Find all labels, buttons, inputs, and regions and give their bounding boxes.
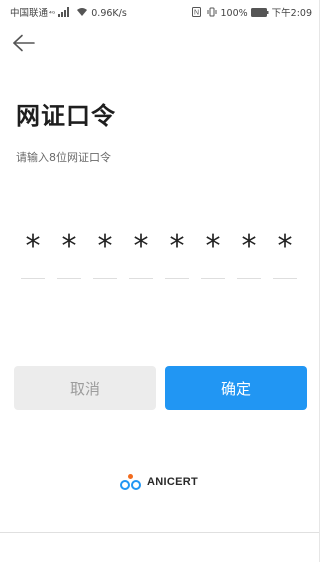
pin-box-5[interactable]: * — [165, 224, 189, 282]
pin-box-7[interactable]: * — [237, 224, 261, 282]
arrow-left-icon — [13, 34, 35, 52]
pin-underline — [201, 278, 225, 279]
pin-underline — [237, 278, 261, 279]
pin-box-6[interactable]: * — [201, 224, 225, 282]
back-button[interactable] — [10, 31, 38, 55]
page-title: 网证口令 — [16, 102, 116, 130]
network-type-label: ⁴ᴳ — [49, 9, 56, 18]
pin-box-4[interactable]: * — [129, 224, 153, 282]
bottom-divider — [0, 532, 320, 533]
anicert-logo: ANICERT — [120, 473, 198, 491]
pin-underline — [21, 278, 45, 279]
pin-box-2[interactable]: * — [57, 224, 81, 282]
pin-char: * — [205, 229, 221, 264]
battery-percent: 100% — [220, 7, 248, 19]
confirm-button[interactable]: 确定 — [165, 366, 307, 410]
pin-underline — [165, 278, 189, 279]
pin-char: * — [97, 229, 113, 264]
network-speed: 0.96K/s — [91, 7, 127, 19]
pin-char: * — [169, 229, 185, 264]
status-left: 中国联通 ⁴ᴳ 0.96K/s — [10, 7, 127, 20]
anicert-logo-icon — [120, 474, 141, 490]
clock-time: 下午2:09 — [271, 7, 312, 19]
page-subtitle: 请输入8位网证口令 — [16, 151, 111, 164]
wifi-icon — [76, 7, 88, 20]
pin-box-1[interactable]: * — [21, 224, 45, 282]
pin-underline — [57, 278, 81, 279]
screen: 中国联通 ⁴ᴳ 0.96K/s N 100% 下午2:09 网证口令 请输入8位… — [0, 0, 320, 562]
signal-icon — [58, 7, 70, 20]
pin-input-row[interactable]: * * * * * * * * — [21, 224, 305, 284]
pin-char: * — [241, 229, 257, 264]
vibrate-icon — [207, 7, 217, 20]
cancel-button[interactable]: 取消 — [14, 366, 156, 410]
status-right: N 100% 下午2:09 — [189, 7, 312, 20]
nfc-letter: N — [194, 10, 199, 17]
anicert-logo-text: ANICERT — [147, 476, 198, 488]
pin-box-8[interactable]: * — [273, 224, 297, 282]
pin-underline — [93, 278, 117, 279]
pin-char: * — [25, 229, 41, 264]
battery-icon — [250, 7, 269, 20]
nfc-icon: N — [192, 7, 202, 20]
pin-underline — [129, 278, 153, 279]
pin-char: * — [277, 229, 293, 264]
carrier-label: 中国联通 — [10, 7, 49, 19]
pin-char: * — [61, 229, 77, 264]
pin-char: * — [133, 229, 149, 264]
status-bar: 中国联通 ⁴ᴳ 0.96K/s N 100% 下午2:09 — [0, 0, 320, 24]
pin-box-3[interactable]: * — [93, 224, 117, 282]
pin-underline — [273, 278, 297, 279]
